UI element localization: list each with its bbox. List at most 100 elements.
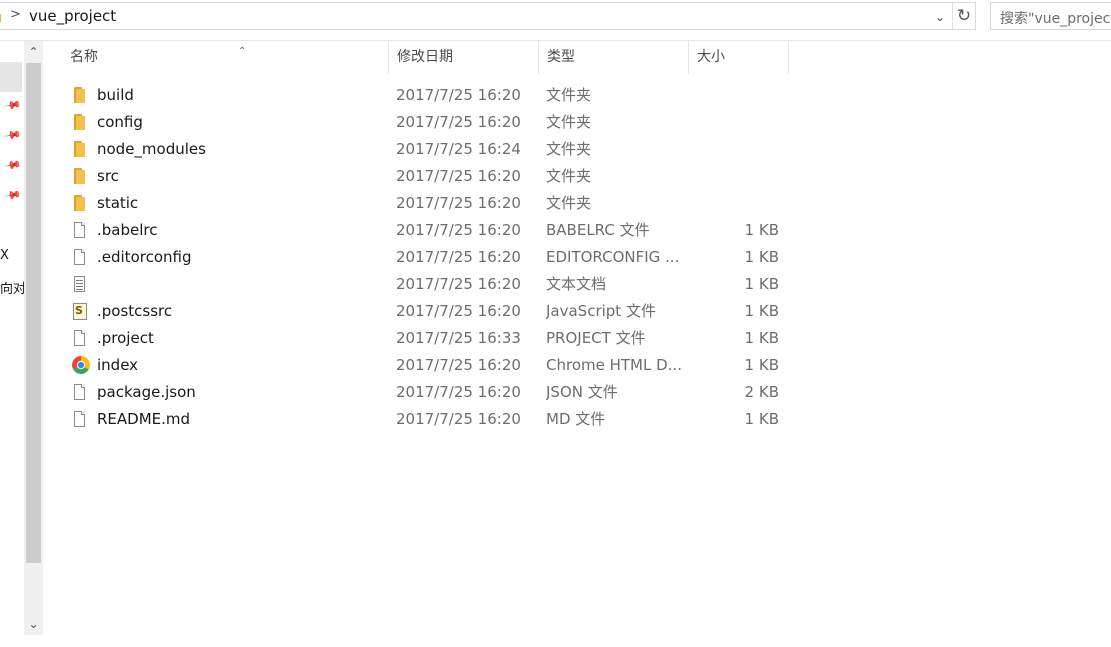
file-size: 1 KB [744,356,779,374]
file-name: package.json [97,383,196,401]
file-type: 文件夹 [546,140,592,158]
file-name: .babelrc [97,221,158,239]
search-placeholder: 搜索"vue_project" [1000,11,1111,27]
file-type: BABELRC 文件 [546,221,650,239]
column-header-label: 修改日期 [397,49,453,65]
column-header-label: 大小 [697,49,725,65]
file-type: JavaScript 文件 [546,302,656,320]
file-name: .project [97,329,154,347]
file-size [694,109,779,136]
text-document-icon [72,276,88,293]
scroll-thumb[interactable] [26,63,41,563]
nav-item-selected[interactable] [0,62,22,92]
file-size: 1 KB [744,221,779,239]
file-date: 2017/7/25 16:20 [396,275,521,293]
file-date: 2017/7/25 16:20 [396,86,521,104]
file-name: config [97,113,143,131]
file-type: PROJECT 文件 [546,329,646,347]
file-date: 2017/7/25 16:20 [396,248,521,266]
pin-icon[interactable]: 📌 [4,126,23,145]
file-name: README.md [97,410,191,428]
file-row[interactable]: .project 2017/7/25 16:33 PROJECT 文件 1 KB [44,325,804,352]
file-date: 2017/7/25 16:20 [396,221,521,239]
folder-icon [72,168,88,185]
pin-icon[interactable]: 📌 [4,96,23,115]
file-size: 2 KB [744,383,779,401]
file-row[interactable]: .editorconfig 2017/7/25 16:20 EDITORCONF… [44,244,804,271]
breadcrumb-path[interactable]: vue_project [29,7,116,25]
file-type: Chrome HTML D... [546,356,682,374]
pin-icon[interactable]: 📌 [4,156,23,175]
file-row[interactable]: src 2017/7/25 16:20 文件夹 [44,163,804,190]
folder-icon [72,141,88,158]
file-row[interactable]: node_modules 2017/7/25 16:24 文件夹 [44,136,804,163]
folder-icon [72,195,88,212]
file-date: 2017/7/25 16:20 [396,167,521,185]
file-name: src [97,167,119,185]
column-header-name[interactable]: 名称 ⌃ [62,41,389,74]
folder-icon [72,114,88,131]
file-row[interactable]: index 2017/7/25 16:20 Chrome HTML D... 1… [44,352,804,379]
column-header-type[interactable]: 类型 [539,41,689,74]
file-row[interactable]: .babelrc 2017/7/25 16:20 BABELRC 文件 1 KB [44,217,804,244]
file-icon [72,222,88,239]
file-list: build 2017/7/25 16:20 文件夹 config 2017/7/… [44,82,804,433]
file-type: 文件夹 [546,194,592,212]
file-row[interactable]: package.json 2017/7/25 16:20 JSON 文件 2 K… [44,379,804,406]
search-input[interactable]: 搜索"vue_project" [990,2,1111,30]
file-icon [72,330,88,347]
file-size [694,82,779,109]
file-size [694,136,779,163]
pin-icon[interactable]: 📌 [4,186,23,205]
refresh-icon[interactable]: ↻ [952,3,975,29]
file-date: 2017/7/25 16:24 [396,140,521,158]
file-date: 2017/7/25 16:20 [396,356,521,374]
column-header-date[interactable]: 修改日期 [389,41,539,74]
nav-item-label[interactable]: X [0,248,9,263]
file-size: 1 KB [744,329,779,347]
file-row[interactable]: S .postcssrc 2017/7/25 16:20 JavaScript … [44,298,804,325]
file-size: 1 KB [744,275,779,293]
file-size [694,190,779,217]
file-type: 文件夹 [546,167,592,185]
file-date: 2017/7/25 16:20 [396,410,521,428]
nav-scrollbar[interactable]: ⌃ ⌄ [24,41,43,635]
file-row[interactable]: README.md 2017/7/25 16:20 MD 文件 1 KB [44,406,804,433]
file-name: static [97,194,139,212]
file-type: 文本文档 [546,275,607,293]
column-header-size[interactable]: 大小 [689,41,789,74]
file-size: 1 KB [744,410,779,428]
file-date: 2017/7/25 16:20 [396,194,521,212]
breadcrumb-chevron-icon[interactable]: > [10,7,21,22]
address-bar[interactable]: > vue_project ⌄ ↻ [0,2,976,30]
scroll-down-icon[interactable]: ⌄ [24,613,43,635]
file-date: 2017/7/25 16:20 [396,383,521,401]
scroll-up-icon[interactable]: ⌃ [24,41,43,63]
chevron-down-icon[interactable]: ⌄ [930,6,950,28]
file-size [694,163,779,190]
folder-icon [72,87,88,104]
file-size: 1 KB [744,248,779,266]
file-type: JSON 文件 [546,383,618,401]
address-bar-area: > vue_project ⌄ ↻ 搜索"vue_project" [0,0,1111,33]
file-row[interactable]: build 2017/7/25 16:20 文件夹 [44,82,804,109]
file-icon [72,384,88,401]
file-icon [72,411,88,428]
file-row[interactable]: static 2017/7/25 16:20 文件夹 [44,190,804,217]
column-headers: 名称 ⌃ 修改日期 类型 大小 [44,41,1111,74]
file-name: .editorconfig [97,248,192,266]
file-date: 2017/7/25 16:20 [396,302,521,320]
file-row[interactable]: config 2017/7/25 16:20 文件夹 [44,109,804,136]
file-row[interactable]: 2017/7/25 16:20 文本文档 1 KB [44,271,804,298]
file-size: 1 KB [744,302,779,320]
file-type: 文件夹 [546,86,592,104]
file-date: 2017/7/25 16:20 [396,113,521,131]
file-name: node_modules [97,140,206,158]
folder-icon [0,14,1,22]
file-type: 文件夹 [546,113,592,131]
file-icon [72,249,88,266]
file-date: 2017/7/25 16:33 [396,329,521,347]
nav-item-label[interactable]: 向对 [0,278,26,297]
navigation-pane: 📌 📌 📌 📌 X 向对 [0,41,26,635]
chrome-icon [72,356,90,374]
